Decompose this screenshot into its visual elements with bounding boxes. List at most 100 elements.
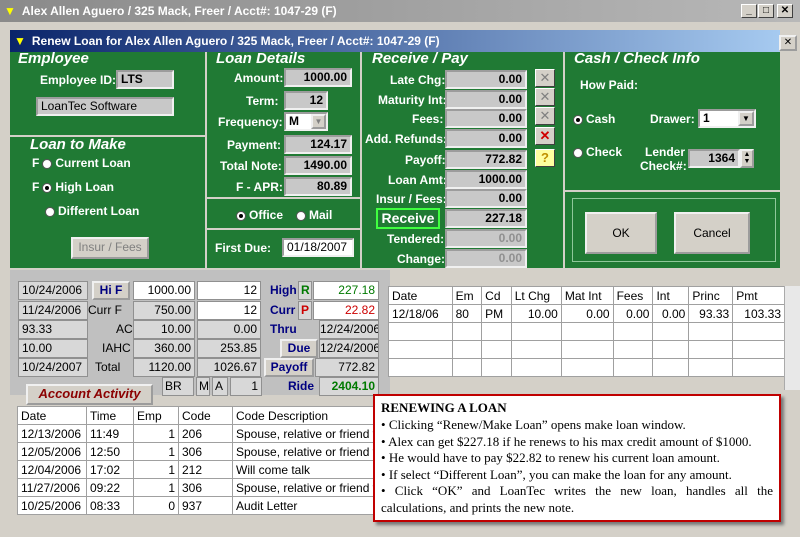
cancel-button[interactable]: Cancel	[674, 212, 750, 254]
summary-amount-cell: 750.00	[133, 301, 195, 320]
lender-check-field[interactable]: 1364	[688, 149, 740, 168]
loan-amt-field: 1000.00	[445, 170, 527, 189]
activity-column-header[interactable]: Date	[17, 406, 87, 425]
cash-option[interactable]: Cash	[573, 112, 615, 126]
activity-row[interactable]: 12/13/2006 11:49 1 206 Spouse, relative or f…	[17, 424, 380, 443]
current-loan-prefix: F	[32, 156, 40, 170]
lender-check-label-1: Lender	[645, 145, 686, 159]
amount-field[interactable]: 1000.00	[284, 68, 352, 87]
clear-late-chg-icon[interactable]: ✕	[535, 69, 555, 87]
term-field[interactable]: 12	[284, 91, 328, 110]
change-field: 0.00	[445, 249, 527, 268]
summary-flag-cell: BR	[162, 377, 194, 396]
activity-column-header[interactable]: Code Description	[232, 406, 380, 425]
summary-date-cell: 93.33	[18, 320, 88, 339]
ledger-cell: PM	[481, 304, 512, 323]
clear-fees-icon[interactable]: ✕	[535, 107, 555, 125]
outer-window-title: Alex Allen Aguero / 325 Mack, Freer / Ac…	[21, 4, 337, 18]
clear-refunds-icon[interactable]: ✕	[535, 127, 555, 145]
summary-amount-cell: 1000.00	[133, 281, 195, 300]
help-icon[interactable]: ?	[535, 149, 555, 167]
activity-cell: 17:02	[86, 460, 134, 479]
activity-row[interactable]: 10/25/2006 08:33 0 937 Audit Letter	[17, 496, 380, 515]
current-loan-radio[interactable]	[42, 158, 53, 169]
ledger-column-header[interactable]: Int	[652, 286, 690, 305]
activity-row[interactable]: 12/04/2006 17:02 1 212 Will come talk	[17, 460, 380, 479]
cash-radio[interactable]	[573, 114, 583, 125]
receive-pay-title: Receive / Pay	[372, 50, 468, 67]
ledger-column-header[interactable]: Cd	[481, 286, 512, 305]
employee-id-field[interactable]: LTS	[116, 70, 174, 89]
summary-row-label: IAHC	[102, 341, 131, 355]
check-radio[interactable]	[573, 147, 583, 158]
ledger-column-header[interactable]: Lt Chg	[510, 286, 562, 305]
maximize-button[interactable]: □	[758, 4, 774, 18]
activity-row[interactable]: 12/05/2006 12:50 1 306 Spouse, relative or f…	[17, 442, 380, 461]
drawer-dropdown-arrow[interactable]: ▼	[738, 111, 754, 126]
office-radio[interactable]	[236, 210, 246, 221]
mail-option[interactable]: Mail	[296, 208, 332, 222]
first-due-field[interactable]: 01/18/2007	[282, 238, 354, 257]
different-loan-option[interactable]: Different Loan	[45, 204, 139, 218]
high-loan-radio[interactable]	[42, 182, 53, 193]
ok-button[interactable]: OK	[585, 212, 657, 254]
minimize-button[interactable]: _	[741, 4, 757, 18]
loan-to-make-title: Loan to Make	[30, 136, 126, 153]
summary-date-cell: 10/24/2007	[18, 358, 88, 377]
ledger-row[interactable]: 12/18/06 80 PM 10.00 0.00 0.00 0.00 93.33 103.33	[388, 304, 785, 323]
high-loan-prefix: F	[32, 180, 40, 194]
ledger-cell: 0.00	[652, 304, 690, 323]
curr-letter-cell: P	[298, 301, 312, 320]
mail-radio[interactable]	[296, 210, 306, 221]
tendered-field[interactable]: 0.00	[445, 229, 527, 248]
payoff-button[interactable]: Payoff	[264, 358, 314, 377]
ledger-cell: 103.33	[732, 304, 785, 323]
activity-cell: 206	[178, 424, 233, 443]
ledger-column-header[interactable]: Em	[451, 286, 483, 305]
activity-cell: 306	[178, 478, 233, 497]
dialog-close-button[interactable]: ✕	[779, 35, 797, 51]
ledger-empty-cell	[451, 322, 483, 341]
ledger-column-header[interactable]: Mat Int	[560, 286, 614, 305]
due-button[interactable]: Due	[280, 339, 318, 358]
ledger-column-header[interactable]: Date	[388, 286, 453, 305]
ledger-column-header[interactable]: Fees	[612, 286, 654, 305]
high-loan-option[interactable]: F High Loan	[32, 180, 114, 194]
insur-fees-button[interactable]: Insur / Fees	[71, 237, 149, 259]
activity-column-header[interactable]: Emp	[133, 406, 179, 425]
ledger-empty-cell	[688, 322, 734, 341]
summary-right-value: 772.82	[315, 358, 379, 377]
ledger-empty-cell	[481, 322, 512, 341]
lender-check-spinner[interactable]: ▲ ▼	[740, 149, 754, 168]
summary-flag-cell: A	[212, 377, 228, 396]
check-option[interactable]: Check	[573, 145, 622, 159]
close-button[interactable]: ✕	[777, 4, 793, 18]
ledger-column-header[interactable]: Pmt	[732, 286, 785, 305]
office-option[interactable]: Office	[236, 208, 283, 222]
activity-column-header[interactable]: Time	[86, 406, 134, 425]
clear-maturity-icon[interactable]: ✕	[535, 88, 555, 106]
activity-cell: 12/04/2006	[17, 460, 87, 479]
current-loan-option[interactable]: F Current Loan	[32, 156, 131, 170]
activity-cell: 1	[133, 478, 179, 497]
activity-cell: 08:33	[86, 496, 134, 515]
summary-right-value: 12/24/2006	[319, 320, 379, 339]
dialog-title: Renew Loan for Alex Allen Aguero / 325 M…	[31, 34, 440, 48]
activity-cell: 0	[133, 496, 179, 515]
ledger-empty-cell	[560, 358, 614, 377]
frequency-dropdown-arrow[interactable]: ▼	[311, 114, 326, 129]
account-activity-button[interactable]: Account Activity	[26, 384, 153, 405]
activity-cell: 1	[133, 424, 179, 443]
ledger-empty-cell	[612, 358, 654, 377]
ledger-body: 12/18/06 80 PM 10.00 0.00 0.00 0.00 93.33 103.33	[388, 304, 785, 377]
first-due-label: First Due:	[215, 241, 272, 255]
ledger-cell: 12/18/06	[388, 304, 453, 323]
ledger-empty-cell	[510, 358, 562, 377]
ledger-scrollbar[interactable]	[784, 286, 800, 390]
activity-row[interactable]: 11/27/2006 09:22 1 306 Spouse, relative or f…	[17, 478, 380, 497]
different-loan-radio[interactable]	[45, 206, 55, 217]
hi-f-button[interactable]: Hi F	[92, 281, 130, 300]
divider	[205, 228, 360, 230]
activity-column-header[interactable]: Code	[178, 406, 233, 425]
ledger-column-header[interactable]: Princ	[688, 286, 734, 305]
